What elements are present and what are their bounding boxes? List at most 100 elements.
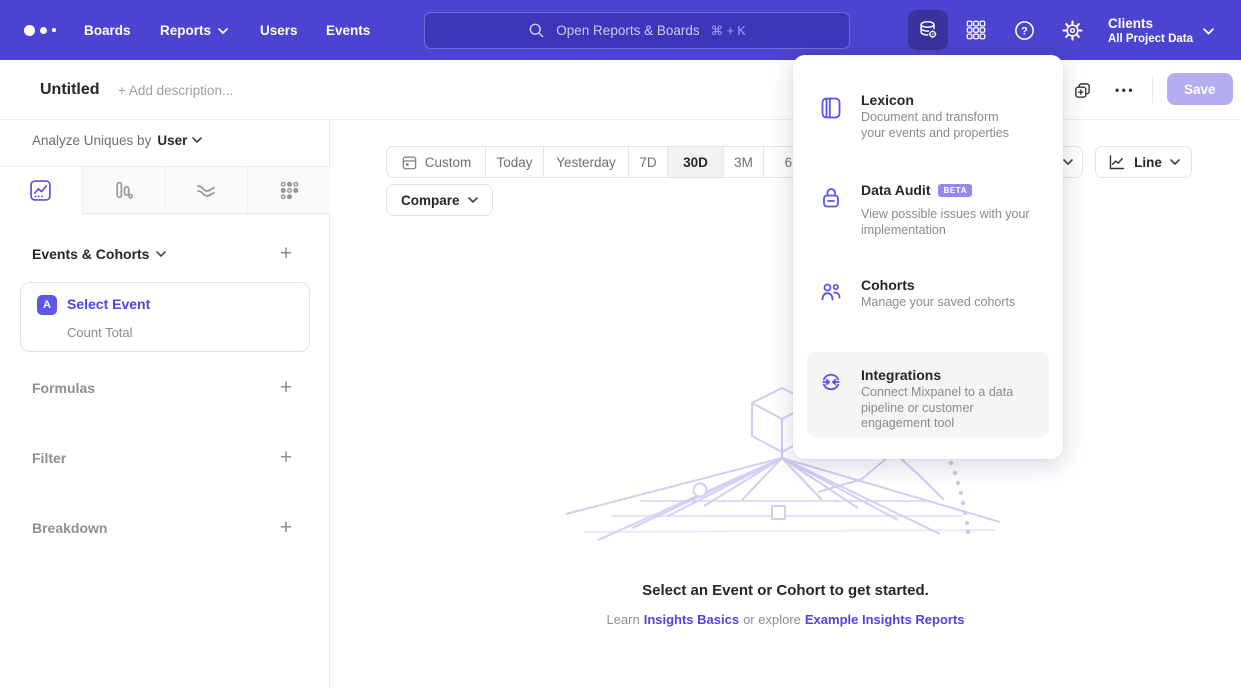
learn-prefix: Learn — [606, 612, 639, 627]
tab-flow[interactable] — [166, 167, 249, 214]
date-range-7d[interactable]: 7D — [629, 147, 668, 177]
integrations-title: Integrations — [861, 367, 941, 383]
analyze-row: Analyze Uniques by User — [32, 133, 202, 148]
date-range-label: 30D — [683, 155, 708, 170]
top-nav: Boards Reports Users Events Open Reports… — [0, 0, 1241, 60]
project-name: All Project Data — [1108, 33, 1193, 45]
line-chart-icon — [29, 179, 52, 202]
data-management-button[interactable] — [908, 10, 948, 50]
search-placeholder: Open Reports & Boards — [556, 23, 699, 38]
settings-button[interactable] — [1056, 14, 1088, 46]
search-input[interactable]: Open Reports & Boards ⌘ + K — [424, 12, 850, 49]
chart-type-dropdown[interactable]: Line — [1095, 146, 1192, 178]
bar-chart-icon — [112, 179, 135, 202]
chart-type-tabs — [0, 166, 330, 214]
add-description-field[interactable]: + Add description... — [118, 60, 233, 120]
nav-users[interactable]: Users — [260, 0, 298, 60]
chevron-down-icon — [218, 28, 228, 35]
search-shortcut: ⌘ + K — [711, 23, 746, 38]
insights-basics-link[interactable]: Insights Basics — [644, 612, 739, 627]
events-cohorts-header[interactable]: Events & Cohorts — [32, 246, 166, 262]
menu-title-text: Data Audit — [861, 182, 930, 198]
analyze-by-dropdown[interactable]: User — [157, 133, 202, 148]
lexicon-icon — [819, 96, 843, 120]
count-total-label[interactable]: Count Total — [67, 325, 133, 340]
grid-icon — [965, 19, 987, 41]
tab-metrics-grid[interactable] — [248, 167, 330, 214]
lexicon-title: Lexicon — [861, 92, 914, 108]
date-range-label: 7D — [639, 155, 656, 170]
cohorts-description: Manage your saved cohorts — [861, 295, 1039, 311]
nav-reports-label: Reports — [160, 23, 211, 38]
or-explore-text: or explore — [743, 612, 801, 627]
select-event-label[interactable]: Select Event — [67, 296, 150, 312]
help-icon: ? — [1013, 19, 1036, 42]
chevron-down-icon — [192, 137, 202, 144]
org-name: Clients — [1108, 16, 1193, 31]
add-filter-button[interactable]: + — [276, 448, 296, 468]
svg-text:?: ? — [1021, 25, 1028, 37]
calendar-icon — [401, 154, 418, 171]
chart-type-value: Line — [1134, 155, 1162, 170]
date-range-yesterday[interactable]: Yesterday — [544, 147, 629, 177]
event-card[interactable]: A Select Event Count Total — [20, 282, 310, 352]
date-range-label: Custom — [425, 155, 472, 170]
gear-icon — [1061, 19, 1084, 42]
date-range-control: Custom Today Yesterday 7D 30D 3M 6M — [386, 146, 825, 178]
tab-bar-chart[interactable] — [83, 167, 166, 214]
date-range-custom[interactable]: Custom — [387, 147, 486, 177]
ellipsis-icon: ••• — [1115, 83, 1135, 97]
date-range-3m[interactable]: 3M — [724, 147, 764, 177]
cohorts-icon — [819, 280, 843, 304]
formulas-label: Formulas — [32, 380, 95, 396]
analyze-by-value: User — [157, 133, 187, 148]
add-breakdown-button[interactable]: + — [276, 518, 296, 538]
date-range-label: Yesterday — [556, 155, 616, 170]
event-letter-badge: A — [37, 295, 57, 315]
database-gear-icon — [917, 19, 939, 41]
data-audit-icon — [819, 186, 843, 210]
copy-plus-icon — [1073, 81, 1092, 100]
tab-line-chart[interactable] — [0, 167, 83, 214]
date-range-label: 3M — [734, 155, 753, 170]
search-icon — [528, 22, 545, 39]
apps-grid-button[interactable] — [960, 14, 992, 46]
add-event-button[interactable]: + — [276, 244, 296, 264]
add-formula-button[interactable]: + — [276, 378, 296, 398]
empty-state-title: Select an Event or Cohort to get started… — [330, 582, 1241, 599]
date-range-label: Today — [496, 155, 532, 170]
chevron-down-icon — [1063, 159, 1073, 166]
filter-label: Filter — [32, 450, 66, 466]
save-button[interactable]: Save — [1167, 73, 1233, 105]
chevron-down-icon — [1170, 159, 1180, 166]
nav-events[interactable]: Events — [326, 0, 370, 60]
more-options-button[interactable]: ••• — [1110, 78, 1140, 102]
mixpanel-logo[interactable] — [24, 0, 56, 60]
help-button[interactable]: ? — [1008, 14, 1040, 46]
duplicate-button[interactable] — [1070, 78, 1094, 102]
breakdown-label: Breakdown — [32, 520, 107, 536]
flow-icon — [194, 178, 218, 202]
logo-dot — [40, 27, 47, 34]
example-reports-link[interactable]: Example Insights Reports — [805, 612, 965, 627]
app-root: Boards Reports Users Events Open Reports… — [0, 0, 1241, 688]
nav-reports[interactable]: Reports — [160, 0, 228, 60]
compare-label: Compare — [401, 193, 460, 208]
report-title[interactable]: Untitled — [40, 60, 100, 120]
line-chart-icon — [1107, 153, 1126, 172]
events-cohorts-label: Events & Cohorts — [32, 246, 149, 262]
menu-title-text: Integrations — [861, 367, 941, 383]
logo-dot — [52, 28, 56, 32]
nav-boards[interactable]: Boards — [84, 0, 131, 60]
project-selector[interactable]: Clients All Project Data — [1108, 10, 1193, 50]
date-range-today[interactable]: Today — [486, 147, 544, 177]
date-range-30d[interactable]: 30D — [668, 147, 724, 177]
integrations-description: Connect Mixpanel to a data pipeline or c… — [861, 385, 1039, 432]
menu-title-text: Lexicon — [861, 92, 914, 108]
chevron-down-icon — [468, 197, 478, 204]
report-canvas: Custom Today Yesterday 7D 30D 3M 6M Comp… — [330, 120, 1241, 688]
dot-grid-icon — [278, 179, 301, 202]
integrations-icon — [819, 370, 843, 394]
data-management-menu: Lexicon Document and transform your even… — [793, 55, 1063, 459]
compare-button[interactable]: Compare — [386, 184, 493, 216]
